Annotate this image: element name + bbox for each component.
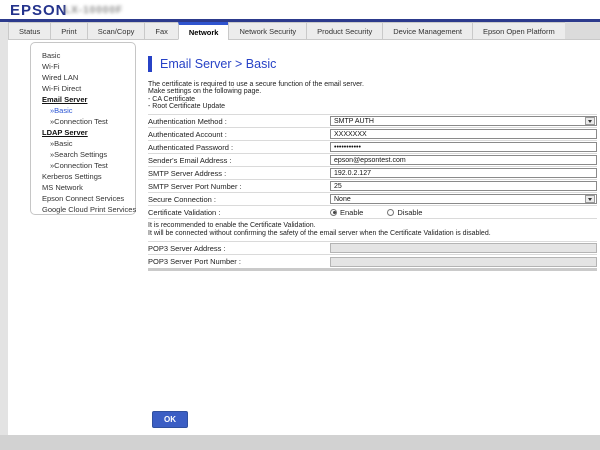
form-row-pop3-server-address: POP3 Server Address : — [148, 242, 597, 255]
main-content: Email Server > Basic The certificate is … — [148, 55, 597, 271]
form-row-smtp-server-port: SMTP Server Port Number : — [148, 180, 597, 193]
sidebar-item-ldap-server[interactable]: LDAP Server — [31, 127, 135, 138]
form-row-authenticated-password: Authenticated Password : — [148, 141, 597, 154]
radio-unselected-icon[interactable] — [387, 209, 394, 216]
field-label: Secure Connection : — [148, 195, 330, 204]
sidebar-item-ldap-basic[interactable]: »Basic — [31, 138, 135, 149]
tab-fax[interactable]: Fax — [144, 22, 179, 40]
pop3-server-address-input — [330, 243, 597, 253]
sidebar-item-ms-network[interactable]: MS Network — [31, 182, 135, 193]
certificate-validation-radios: Enable Disable — [330, 208, 446, 217]
select-value: SMTP AUTH — [331, 118, 374, 125]
radio-enable[interactable]: Enable — [330, 208, 363, 217]
authentication-method-select[interactable]: SMTP AUTH — [330, 116, 597, 126]
note-line: It will be connected without confirming … — [148, 230, 597, 238]
page-left-gutter — [0, 22, 8, 435]
radio-disable[interactable]: Disable — [387, 208, 422, 217]
sidebar-item-ldap-search-settings[interactable]: »Search Settings — [31, 149, 135, 160]
smtp-server-port-input[interactable] — [330, 181, 597, 191]
form-row-certificate-validation: Certificate Validation : Enable Disable — [148, 206, 597, 219]
tab-product-security[interactable]: Product Security — [306, 22, 383, 40]
form-row-secure-connection: Secure Connection : None — [148, 193, 597, 206]
pop3-section: POP3 Server Address : POP3 Server Port N… — [148, 241, 597, 271]
radio-selected-icon[interactable] — [330, 209, 337, 216]
page-bottom-bar — [0, 435, 600, 450]
tab-status[interactable]: Status — [8, 22, 51, 40]
form-row-authenticated-account: Authenticated Account : — [148, 128, 597, 141]
select-value: None — [331, 196, 351, 203]
sender-email-input[interactable] — [330, 155, 597, 165]
sidebar-item-email-server[interactable]: Email Server — [31, 94, 135, 105]
intro-line: - Root Certificate Update — [148, 103, 597, 110]
epson-logo: EPSON — [10, 2, 68, 19]
intro-line: - CA Certificate — [148, 96, 597, 103]
sidebar-item-email-server-basic[interactable]: »Basic — [31, 105, 135, 116]
ok-button[interactable]: OK — [152, 411, 188, 428]
form-row-authentication-method: Authentication Method : SMTP AUTH — [148, 115, 597, 128]
secure-connection-select[interactable]: None — [330, 194, 597, 204]
email-server-form: Authentication Method : SMTP AUTH Authen… — [148, 114, 597, 219]
tab-print[interactable]: Print — [50, 22, 87, 40]
form-row-smtp-server-address: SMTP Server Address : — [148, 167, 597, 180]
smtp-server-address-input[interactable] — [330, 168, 597, 178]
sidebar-item-ldap-connection-test[interactable]: »Connection Test — [31, 160, 135, 171]
field-label: Certificate Validation : — [148, 208, 330, 217]
certificate-validation-note: It is recommended to enable the Certific… — [148, 219, 597, 241]
page-title: Email Server > Basic — [160, 57, 276, 71]
note-line: It is recommended to enable the Certific… — [148, 222, 597, 230]
radio-enable-label: Enable — [340, 208, 363, 217]
epson-web-config-page: EPSON LX-10000F Status Print Scan/Copy F… — [0, 0, 600, 450]
intro-line: Make settings on the following page. — [148, 88, 597, 95]
field-label: POP3 Server Port Number : — [148, 257, 330, 266]
sidebar-item-epson-connect-services[interactable]: Epson Connect Services — [31, 193, 135, 204]
sidebar-item-kerberos-settings[interactable]: Kerberos Settings — [31, 171, 135, 182]
intro-text: The certificate is required to use a sec… — [148, 81, 597, 110]
form-row-sender-email: Sender's Email Address : — [148, 154, 597, 167]
authenticated-password-input[interactable] — [330, 142, 597, 152]
intro-line: The certificate is required to use a sec… — [148, 81, 597, 88]
sidebar-item-wifi-direct[interactable]: Wi-Fi Direct — [31, 83, 135, 94]
sidebar-item-wifi[interactable]: Wi-Fi — [31, 61, 135, 72]
tab-network-security[interactable]: Network Security — [228, 22, 307, 40]
page-title-row: Email Server > Basic — [148, 55, 597, 72]
sidebar-item-basic[interactable]: Basic — [31, 50, 135, 61]
tab-device-management[interactable]: Device Management — [382, 22, 473, 40]
pop3-server-port-input — [330, 257, 597, 267]
top-tab-bar: Status Print Scan/Copy Fax Network Netwo… — [8, 22, 600, 40]
title-accent-bar — [148, 56, 152, 72]
tab-network[interactable]: Network — [178, 22, 230, 40]
field-label: SMTP Server Address : — [148, 169, 330, 178]
tab-scan-copy[interactable]: Scan/Copy — [87, 22, 146, 40]
network-sidebar: Basic Wi-Fi Wired LAN Wi-Fi Direct Email… — [30, 42, 136, 215]
field-label: Authenticated Account : — [148, 130, 330, 139]
field-label: Authentication Method : — [148, 117, 330, 126]
tab-epson-open-platform[interactable]: Epson Open Platform — [472, 22, 566, 40]
field-label: POP3 Server Address : — [148, 244, 330, 253]
field-label: SMTP Server Port Number : — [148, 182, 330, 191]
field-label: Authenticated Password : — [148, 143, 330, 152]
chevron-down-icon[interactable] — [585, 117, 595, 125]
field-label: Sender's Email Address : — [148, 156, 330, 165]
authenticated-account-input[interactable] — [330, 129, 597, 139]
printer-model-label: LX-10000F — [64, 5, 123, 16]
form-row-pop3-server-port: POP3 Server Port Number : — [148, 255, 597, 268]
sidebar-item-email-connection-test[interactable]: »Connection Test — [31, 116, 135, 127]
chevron-down-icon[interactable] — [585, 195, 595, 203]
sidebar-item-google-cloud-print-services[interactable]: Google Cloud Print Services — [31, 204, 135, 215]
tab-bar-filler — [565, 22, 600, 40]
sidebar-item-wired-lan[interactable]: Wired LAN — [31, 72, 135, 83]
radio-disable-label: Disable — [397, 208, 422, 217]
